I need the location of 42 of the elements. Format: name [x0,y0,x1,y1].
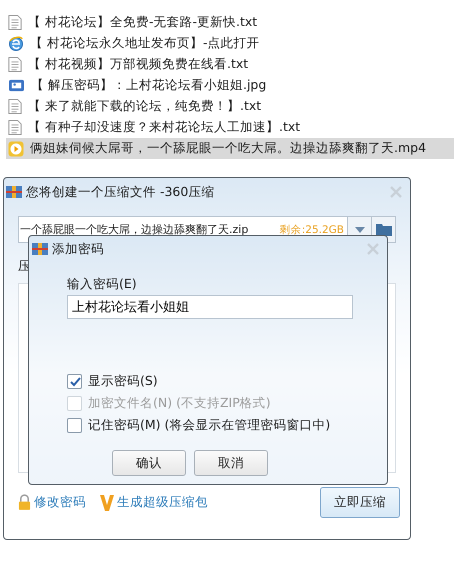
file-row[interactable]: 【 解压密码】：上村花论坛看小姐姐.jpg [6,75,454,96]
folder-icon [376,223,392,236]
link[interactable]: 修改密码 [18,494,86,511]
archive-icon [32,242,48,256]
file-name: 【 来了就能下载的论坛，纯免费！】.txt [28,98,262,115]
free-space: 剩余:25.2GB [280,222,344,236]
window-title: 您将创建一个压缩文件 -360压缩 [26,184,214,200]
text-file-icon [8,14,22,31]
option-label: 记住密码(M) (将会显示在管理密码窗口中) [88,417,330,434]
text-file-icon [8,56,22,73]
compress-button[interactable]: 立即压缩 [320,487,400,518]
file-name: 【 村花论坛】全免费-无套路-更新快.txt [28,14,258,31]
option-label: 加密文件名(N) (不支持ZIP格式) [88,395,271,412]
image-file-icon [8,78,25,93]
link[interactable]: 生成超级压缩包 [100,494,208,511]
v-icon [100,494,114,510]
file-name: 【 村花视频】万部视频免费在线看.txt [28,56,248,73]
file-row[interactable]: 【 村花论坛】全免费-无套路-更新快.txt [6,12,454,33]
text-file-icon [8,98,22,115]
password-field[interactable]: 上村花论坛看小姐姐 [67,295,353,319]
dialog-button[interactable]: 取消 [194,450,268,476]
file-name: 俩姐妹伺候大屌哥，一个舔屁眼一个吃大屌。边操边舔爽翻了天.mp4 [30,140,426,157]
option-label: 显示密码(S) [88,373,158,390]
file-name: 【 有种子却没速度？来村花论坛人工加速】.txt [28,119,300,136]
dialog-title: 添加密码 [52,240,104,258]
checkbox[interactable] [67,418,82,433]
file-name: 【 村花论坛永久地址发布页】-点此打开 [30,35,260,52]
field-label: 输入密码(E) [67,276,138,293]
file-row[interactable]: 【 村花论坛永久地址发布页】-点此打开 [6,33,454,54]
file-name: 【 解压密码】：上村花论坛看小姐姐.jpg [31,77,266,94]
caret-icon [354,226,364,232]
file-row[interactable]: 【 来了就能下载的论坛，纯免费！】.txt [6,96,454,117]
file-row-selected[interactable]: 俩姐妹伺候大屌哥，一个舔屁眼一个吃大屌。边操边舔爽翻了天.mp4 [6,138,454,159]
checkbox[interactable] [67,374,82,389]
archive-icon [6,185,22,199]
play-icon [8,140,24,156]
globe-e-icon [8,36,24,52]
lock-icon [18,494,31,511]
dialog-button[interactable]: 确认 [112,450,186,476]
text-file-icon [8,119,22,136]
file-row[interactable]: 【 村花视频】万部视频免费在线看.txt [6,54,454,75]
file-row[interactable]: 【 有种子却没速度？来村花论坛人工加速】.txt [6,117,454,138]
